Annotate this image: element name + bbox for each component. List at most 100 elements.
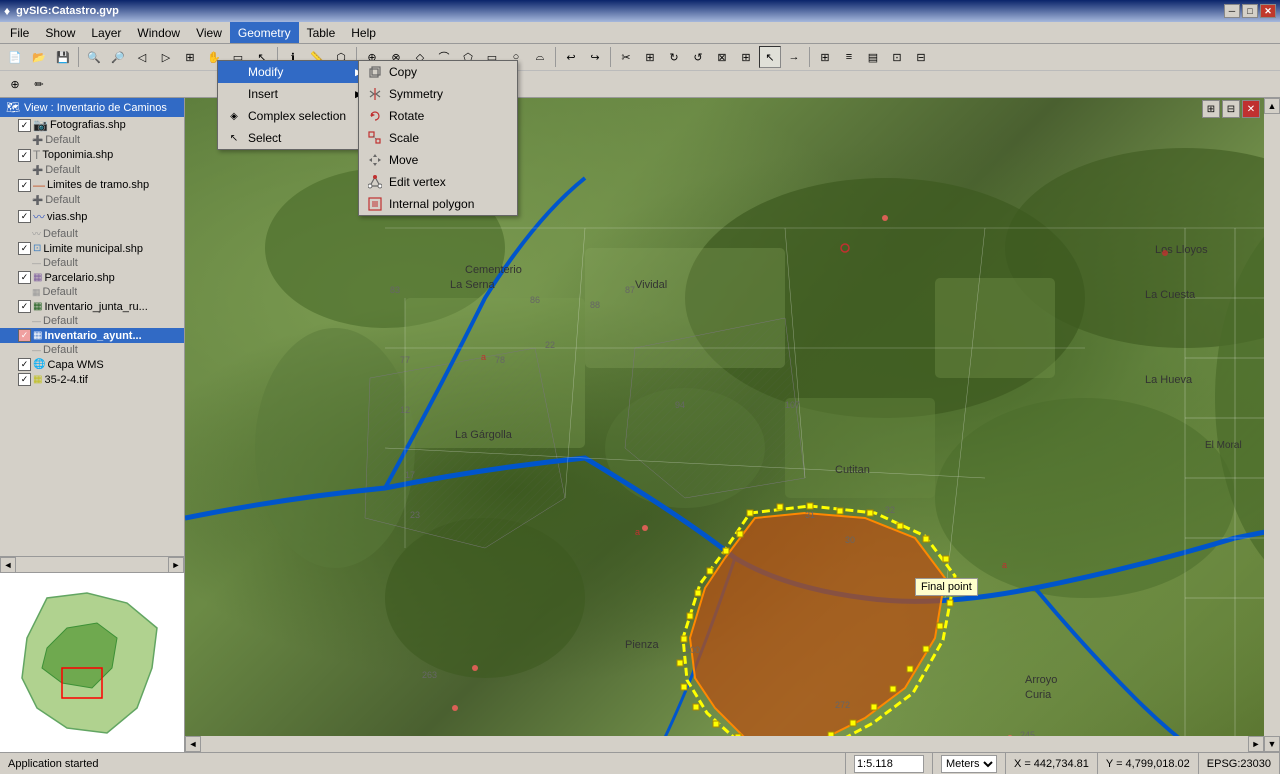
scroll-track[interactable] <box>16 557 168 572</box>
menu-help[interactable]: Help <box>343 22 384 43</box>
tb-arc[interactable]: ⌓ <box>529 46 551 68</box>
menu-item-complex-selection[interactable]: ◈ Complex selection <box>218 105 366 127</box>
tb-arrow[interactable]: → <box>783 46 805 68</box>
map-close[interactable]: ✕ <box>1242 100 1260 118</box>
layer-check-limites[interactable]: ✓ <box>18 179 31 192</box>
layer-check-fotografias[interactable]: ✓ <box>18 119 31 132</box>
map-scroll-right[interactable]: ► <box>1248 736 1264 752</box>
menu-geometry[interactable]: Geometry <box>230 22 299 43</box>
layer-item-parcelario[interactable]: ✓ ▦ Parcelario.shp <box>0 270 184 285</box>
scroll-left[interactable]: ◄ <box>0 557 16 573</box>
menu-layer[interactable]: Layer <box>83 22 129 43</box>
map-hscroll[interactable]: ◄ ► <box>185 736 1264 752</box>
layer-item-vias-default[interactable]: 〰 Default <box>0 226 184 241</box>
submenu-item-copy[interactable]: Copy <box>359 61 517 83</box>
tb-edit-start[interactable]: ✏ <box>28 73 50 95</box>
tb-pointer[interactable]: ↖ <box>759 46 781 68</box>
tb-zoom-in[interactable]: 🔍 <box>83 46 105 68</box>
layer-tree[interactable]: ✓ 📷 Fotografias.shp ➕ Default ✓ T Toponi… <box>0 117 184 556</box>
tb-zoom-prev[interactable]: ◁ <box>131 46 153 68</box>
layer-item-raster[interactable]: ✓ ▦ 35-2-4.tif <box>0 372 184 387</box>
submenu-item-rotate[interactable]: Rotate <box>359 105 517 127</box>
layer-item-inv-ayunt-default[interactable]: — Default <box>0 343 184 357</box>
layer-check-toponimia[interactable]: ✓ <box>18 149 31 162</box>
layer-check-inv-ayunt[interactable]: ✓ <box>18 329 31 342</box>
menu-file[interactable]: File <box>2 22 37 43</box>
tb-layout[interactable]: ⊡ <box>886 46 908 68</box>
menu-table[interactable]: Table <box>299 22 344 43</box>
layer-item-limite-mun-default[interactable]: — Default <box>0 256 184 270</box>
tb-redo[interactable]: ↪ <box>584 46 606 68</box>
tb-copy2[interactable]: ⊞ <box>639 46 661 68</box>
layer-item-inv-junta[interactable]: ✓ ▦ Inventario_junta_ru... <box>0 299 184 314</box>
layer-item-limites[interactable]: ✓ — Limites de tramo.shp <box>0 177 184 193</box>
tb-zoom-next[interactable]: ▷ <box>155 46 177 68</box>
layer-item-toponimia-default[interactable]: ➕ Default <box>0 163 184 177</box>
layer-label-limites: Limites de tramo.shp <box>47 179 149 191</box>
map-scroll-up[interactable]: ▲ <box>1264 98 1280 114</box>
tb-join[interactable]: ⊞ <box>735 46 757 68</box>
sidebar-scroll[interactable]: ◄ ► <box>0 556 184 572</box>
tb-save[interactable]: 💾 <box>52 46 74 68</box>
map-scroll-down[interactable]: ▼ <box>1264 736 1280 752</box>
menu-item-insert[interactable]: Insert ▶ <box>218 83 366 105</box>
tb-rotate2[interactable]: ↻ <box>663 46 685 68</box>
layer-item-inv-ayunt[interactable]: ✓ ▦ Inventario_ayunt... <box>0 328 184 343</box>
menu-view[interactable]: View <box>188 22 230 43</box>
map-area[interactable]: Cementerio La Serna Vividal La Gárgolla … <box>185 98 1280 752</box>
tb-explode[interactable]: ⊠ <box>711 46 733 68</box>
map-restore[interactable]: ⊟ <box>1222 100 1240 118</box>
scroll-right[interactable]: ► <box>168 557 184 573</box>
map-vscroll-track[interactable] <box>1264 114 1280 736</box>
submenu-item-symmetry[interactable]: Symmetry <box>359 83 517 105</box>
tb-open[interactable]: 📂 <box>28 46 50 68</box>
layer-item-vias[interactable]: ✓ 〰 vias.shp <box>0 207 184 226</box>
layer-check-parcelario[interactable]: ✓ <box>18 271 31 284</box>
layer-item-parcelario-default[interactable]: ▦ Default <box>0 285 184 299</box>
minimize-button[interactable]: ─ <box>1224 4 1240 18</box>
sep5 <box>610 47 611 67</box>
tb-new-layer[interactable]: ⊕ <box>4 73 26 95</box>
map-maximize[interactable]: ⊞ <box>1202 100 1220 118</box>
modify-submenu[interactable]: Copy Symmetry Rotate Scale Move Edit ver… <box>358 60 518 216</box>
select-label: Select <box>248 131 281 145</box>
layer-check-wms[interactable]: ✓ <box>18 358 31 371</box>
menu-show[interactable]: Show <box>37 22 83 43</box>
layer-item-inv-junta-default[interactable]: — Default <box>0 314 184 328</box>
layer-check-inv-junta[interactable]: ✓ <box>18 300 31 313</box>
tb-delete[interactable]: ✂ <box>615 46 637 68</box>
tb-table2[interactable]: ⊞ <box>814 46 836 68</box>
tb-new[interactable]: 📄 <box>4 46 26 68</box>
tb-attrib[interactable]: ≡ <box>838 46 860 68</box>
layer-item-fotografias-default[interactable]: ➕ Default <box>0 133 184 147</box>
map-scroll-left[interactable]: ◄ <box>185 736 201 752</box>
submenu-item-scale[interactable]: Scale <box>359 127 517 149</box>
submenu-item-move[interactable]: Move <box>359 149 517 171</box>
submenu-item-internal-polygon[interactable]: Internal polygon <box>359 193 517 215</box>
tb-undo[interactable]: ↩ <box>560 46 582 68</box>
layer-item-toponimia[interactable]: ✓ T Toponimia.shp <box>0 147 184 163</box>
tb-zoom-out[interactable]: 🔎 <box>107 46 129 68</box>
submenu-item-edit-vertex[interactable]: Edit vertex <box>359 171 517 193</box>
layer-check-limite-mun[interactable]: ✓ <box>18 242 31 255</box>
internal-polygon-icon <box>367 196 383 212</box>
layer-item-fotografias[interactable]: ✓ 📷 Fotografias.shp <box>0 117 184 133</box>
close-button[interactable]: ✕ <box>1260 4 1276 18</box>
layer-item-wms[interactable]: ✓ 🌐 Capa WMS <box>0 357 184 372</box>
map-vscroll[interactable]: ▲ ▼ <box>1264 98 1280 752</box>
geometry-dropdown[interactable]: Modify ▶ Insert ▶ ◈ Complex selection ↖ … <box>217 60 367 150</box>
layer-check-vias[interactable]: ✓ <box>18 210 31 223</box>
layer-check-raster[interactable]: ✓ <box>18 373 31 386</box>
maximize-button[interactable]: □ <box>1242 4 1258 18</box>
menu-window[interactable]: Window <box>129 22 188 43</box>
tb-undo2[interactable]: ↺ <box>687 46 709 68</box>
tb-zoom-all[interactable]: ⊞ <box>179 46 201 68</box>
menu-item-select[interactable]: ↖ Select <box>218 127 366 149</box>
map-hscroll-track[interactable] <box>201 736 1248 752</box>
menu-item-modify[interactable]: Modify ▶ <box>218 61 366 83</box>
layer-item-limites-default[interactable]: ➕ Default <box>0 193 184 207</box>
status-scale-arrow[interactable]: Meters <box>933 753 1006 774</box>
layer-item-limite-mun[interactable]: ✓ ⊡ Limite municipal.shp <box>0 241 184 256</box>
tb-legend[interactable]: ⊟ <box>910 46 932 68</box>
tb-chart[interactable]: ▤ <box>862 46 884 68</box>
